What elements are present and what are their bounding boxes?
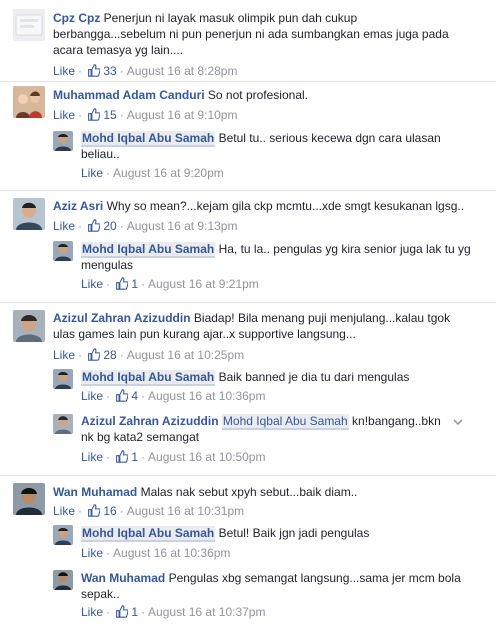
timestamp[interactable]: August 16 at 8:28pm [127,64,238,78]
like-link[interactable]: Like [53,348,75,362]
like-link[interactable]: Like [53,108,75,122]
comment-text: Malas nak sebut xpyh sebut...baik diam.. [140,485,358,499]
reply-text: Betul! Baik jgn jadi pengulas [218,526,370,540]
reply-body: Mohd Iqbal Abu Samah Baik banned je dia … [81,369,471,386]
avatar[interactable] [13,86,45,118]
like-count[interactable]: 15 [103,108,116,122]
timestamp[interactable]: August 16 at 9:21pm [148,277,259,291]
like-link[interactable]: Like [81,277,103,291]
comment-author[interactable]: Muhammad Adam Canduri [53,88,205,102]
reply-actions: Like · August 16 at 10:36pm [81,546,231,560]
like-thumb-icon [88,64,101,77]
like-thumb-icon [88,504,101,517]
reply-text: Baik banned je dia tu dari mengulas [218,370,410,384]
like-link[interactable]: Like [53,64,75,78]
reply-body: Azizul Zahran Azizuddin Mohd Iqbal Abu S… [81,413,451,445]
timestamp[interactable]: August 16 at 9:10pm [127,108,238,122]
comment-text: Why so mean?...kejam gila ckp mcmtu...xd… [106,199,465,213]
like-link[interactable]: Like [53,504,75,518]
comment-actions: Like · 28 · August 16 at 10:25pm [53,348,245,362]
like-thumb-icon [88,348,101,361]
comment-author[interactable]: Wan Muhamad [53,485,137,499]
reply-actions: Like · 4 · August 16 at 10:36pm [81,389,266,403]
reply-actions: Like · 1 · August 16 at 10:37pm [81,605,266,619]
like-thumb-icon [88,108,101,121]
timestamp[interactable]: August 16 at 10:36pm [113,546,230,560]
comment-body: Muhammad Adam Canduri So not profesional… [53,87,473,103]
like-thumb-icon [116,450,129,463]
divider [0,302,496,303]
comment-thread: Cpz Cpz Penerjun ni layak masuk olimpik … [0,0,496,626]
reply-author[interactable]: Mohd Iqbal Abu Samah [81,370,216,386]
reply-actions: Like · 1 · August 16 at 9:21pm [81,277,259,291]
like-count[interactable]: 20 [103,219,116,233]
like-link[interactable]: Like [81,450,103,464]
comment-actions: Like · 15 · August 16 at 9:10pm [53,108,238,122]
reply-author[interactable]: Azizul Zahran Azizuddin [81,414,219,428]
timestamp[interactable]: August 16 at 10:36pm [148,389,265,403]
divider [0,475,496,476]
reply-actions: Like · 1 · August 16 at 10:50pm [81,450,266,464]
reply-author[interactable]: Mohd Iqbal Abu Samah [81,526,216,542]
like-count[interactable]: 1 [131,605,138,619]
comment-actions: Like · 20 · August 16 at 9:13pm [53,219,238,233]
comment-author[interactable]: Aziz Asri [53,199,103,213]
reply-actions: Like · August 16 at 9:20pm [81,166,224,180]
like-link[interactable]: Like [81,166,103,180]
comment-body: Cpz Cpz Penerjun ni layak masuk olimpik … [53,10,473,58]
like-thumb-icon [116,277,129,290]
comment-body: Wan Muhamad Malas nak sebut xpyh sebut..… [53,484,473,500]
comment-text: Penerjun ni layak masuk olimpik pun dah … [53,11,449,57]
comment-actions: Like · 33 · August 16 at 8:28pm [53,64,238,78]
reply-body: Mohd Iqbal Abu Samah Betul! Baik jgn jad… [81,525,471,542]
timestamp[interactable]: August 16 at 10:50pm [148,450,265,464]
mention-tag[interactable]: Mohd Iqbal Abu Samah [221,414,349,430]
comment-body: Aziz Asri Why so mean?...kejam gila ckp … [53,198,473,214]
reply-avatar[interactable] [53,131,73,151]
reply-body: Mohd Iqbal Abu Samah Betul tu.. serious … [81,130,471,162]
reply-body: Wan Muhamad Pengulas xbg semangat langsu… [81,570,471,602]
like-link[interactable]: Like [81,546,103,560]
chevron-down-icon[interactable] [452,416,464,428]
reply-author[interactable]: Wan Muhamad [81,571,165,585]
timestamp[interactable]: August 16 at 9:20pm [113,166,224,180]
comment-body: Azizul Zahran Azizuddin Biadap! Bila men… [53,310,473,342]
avatar[interactable] [13,310,45,342]
like-thumb-icon [116,605,129,618]
like-thumb-icon [88,219,101,232]
like-link[interactable]: Like [81,605,103,619]
like-count[interactable]: 1 [131,277,138,291]
comment-author[interactable]: Azizul Zahran Azizuddin [53,311,191,325]
reply-avatar[interactable] [53,414,73,434]
reply-avatar[interactable] [53,525,73,545]
divider [0,81,496,82]
comment-author[interactable]: Cpz Cpz [53,11,100,25]
reply-author[interactable]: Mohd Iqbal Abu Samah [81,131,216,147]
avatar[interactable] [13,483,45,515]
reply-body: Mohd Iqbal Abu Samah Ha, tu la.. pengula… [81,241,471,273]
like-link[interactable]: Like [81,389,103,403]
comment-actions: Like · 16 · August 16 at 10:31pm [53,504,245,518]
like-link[interactable]: Like [53,219,75,233]
reply-author[interactable]: Mohd Iqbal Abu Samah [81,242,216,258]
comment-text: So not profesional. [207,88,308,102]
like-count[interactable]: 28 [103,348,116,362]
reply-avatar[interactable] [53,369,73,389]
timestamp[interactable]: August 16 at 9:13pm [127,219,238,233]
reply-avatar[interactable] [53,241,73,261]
avatar[interactable] [13,9,45,41]
like-count[interactable]: 4 [131,389,138,403]
timestamp[interactable]: August 16 at 10:25pm [127,348,244,362]
like-count[interactable]: 1 [131,450,138,464]
timestamp[interactable]: August 16 at 10:37pm [148,605,265,619]
divider [0,190,496,191]
like-count[interactable]: 33 [103,64,116,78]
avatar[interactable] [13,198,45,230]
like-count[interactable]: 16 [103,504,116,518]
reply-avatar[interactable] [53,570,73,590]
timestamp[interactable]: August 16 at 10:31pm [127,504,244,518]
like-thumb-icon [116,389,129,402]
